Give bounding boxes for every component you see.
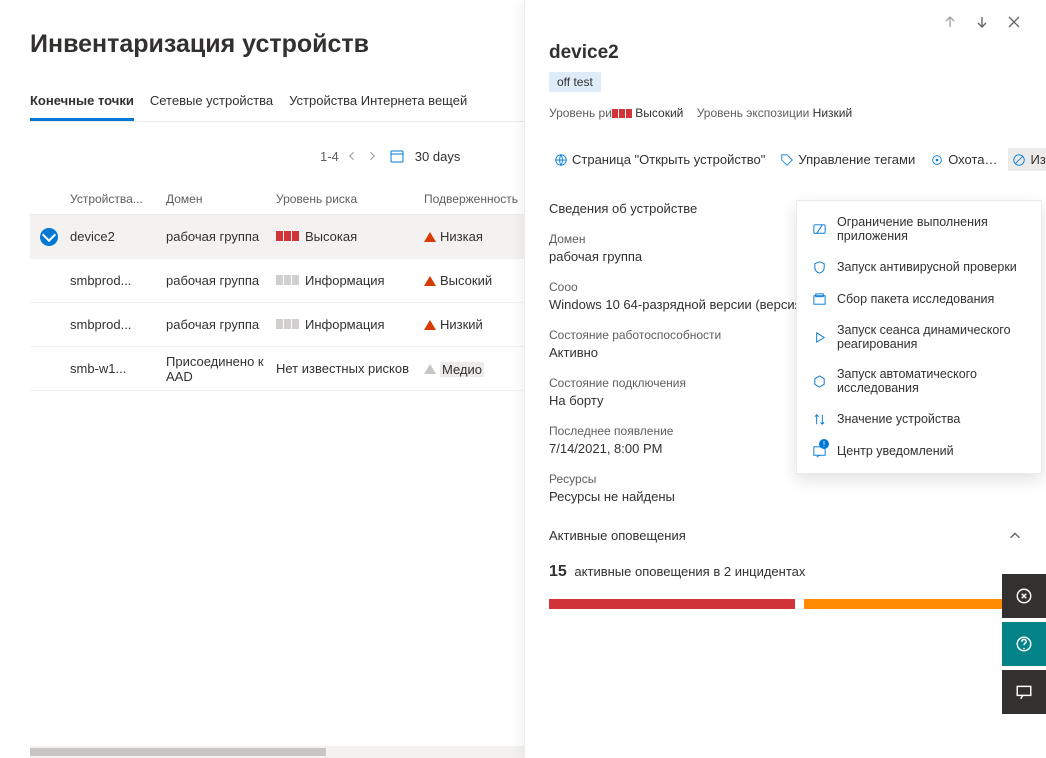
side-buttons (1002, 570, 1046, 714)
col-exposure[interactable]: Подверженность (424, 192, 524, 206)
alerts-summary: 15 активные оповещения в 2 инцидентах (549, 563, 1022, 581)
side-btn-info[interactable] (1002, 574, 1046, 618)
menu-live-response[interactable]: Запуск сеанса динамического реагирования (797, 315, 1041, 359)
chevron-up-icon[interactable] (1008, 529, 1022, 543)
section-active-alerts: Активные оповещения (549, 528, 686, 543)
table-row[interactable]: device2 рабочая группа Высокая Низкая (30, 215, 524, 259)
alerts-bar (549, 599, 1022, 609)
warning-icon (424, 320, 436, 330)
cell-domain: рабочая группа (166, 273, 276, 288)
block-icon (1012, 152, 1027, 167)
target-icon (929, 152, 944, 167)
side-btn-feedback[interactable] (1002, 670, 1046, 714)
cell-device: smbprod... (70, 317, 166, 332)
cell-device: device2 (70, 229, 166, 244)
menu-action-center[interactable]: !Центр уведомлений (797, 435, 1041, 467)
warning-icon (424, 364, 436, 374)
hunt-button[interactable]: Охота… (925, 148, 1001, 171)
tabs: Конечные точки Сетевые устройства Устрой… (30, 87, 524, 122)
col-device[interactable]: Устройства... (70, 192, 166, 206)
table-header: Устройства... Домен Уровень риска Подвер… (30, 184, 524, 215)
menu-run-antivirus[interactable]: Запуск антивирусной проверки (797, 251, 1041, 283)
cell-device: smb-w1... (70, 361, 166, 376)
horizontal-scrollbar[interactable] (30, 746, 524, 758)
hexagon-icon (811, 373, 827, 389)
device-tag[interactable]: off test (549, 72, 601, 92)
cell-risk: Информация (276, 317, 424, 332)
cell-device: smbprod... (70, 273, 166, 288)
open-device-page-button[interactable]: Страница "Открыть устройство" (549, 148, 769, 171)
pager: 1-4 (320, 149, 379, 164)
notification-badge: ! (819, 439, 829, 449)
cell-risk: Высокая (276, 229, 424, 244)
close-icon[interactable] (1006, 14, 1022, 30)
cell-risk: Нет известных рисков (276, 361, 424, 376)
down-arrow-icon[interactable] (974, 14, 990, 30)
cell-exposure: Высокий (424, 272, 524, 288)
menu-restrict-app-execution[interactable]: Ограничение выполнения приложения (797, 207, 1041, 251)
risk-bars-icon (276, 231, 299, 241)
isolate-device-button[interactable]: Изоляция устройства (1008, 148, 1046, 171)
risk-exposure-levels: Уровень ри Высокий Уровень экспозиции Ни… (549, 106, 1022, 120)
panel-title: device2 (549, 42, 1022, 64)
calendar-icon[interactable] (389, 148, 405, 164)
cell-exposure: Медио (424, 360, 524, 376)
next-page-icon[interactable] (365, 149, 379, 163)
row-select-radio[interactable] (40, 228, 58, 246)
tab-network-devices[interactable]: Сетевые устройства (150, 87, 273, 121)
cell-exposure: Низкая (424, 228, 524, 244)
cell-exposure: Низкий (424, 316, 524, 332)
play-icon (811, 329, 827, 345)
cell-domain: рабочая группа (166, 229, 276, 244)
restrict-icon (811, 221, 827, 237)
prev-page-icon[interactable] (345, 149, 359, 163)
cell-risk: Информация (276, 273, 424, 288)
pager-text: 1-4 (320, 149, 339, 164)
tag-icon (779, 152, 794, 167)
warning-icon (424, 276, 436, 286)
col-risk[interactable]: Уровень риска (276, 192, 424, 206)
manage-tags-button[interactable]: Управление тегами (775, 148, 919, 171)
menu-collect-package[interactable]: Сбор пакета исследования (797, 283, 1041, 315)
tab-endpoints[interactable]: Конечные точки (30, 87, 134, 121)
warning-icon (424, 232, 436, 242)
package-icon (811, 291, 827, 307)
globe-icon (553, 152, 568, 167)
info-resources: РесурсыРесурсы не найдены (549, 472, 1022, 504)
details-panel: device2 off test Уровень ри Высокий Уров… (524, 0, 1046, 758)
main-content: Инвентаризация устройств Конечные точки … (0, 0, 524, 758)
risk-bars-icon (612, 109, 632, 118)
menu-auto-investigation[interactable]: Запуск автоматического исследования (797, 359, 1041, 403)
cell-domain: Присоединено к AAD (166, 354, 276, 384)
table-row[interactable]: smbprod... рабочая группа Информация Низ… (30, 303, 524, 347)
arrows-icon (811, 411, 827, 427)
risk-bars-icon (276, 275, 299, 285)
page-title: Инвентаризация устройств (30, 30, 524, 59)
table-row[interactable]: smb-w1... Присоединено к AAD Нет известн… (30, 347, 524, 391)
up-arrow-icon[interactable] (942, 14, 958, 30)
shield-icon (811, 259, 827, 275)
risk-bars-icon (276, 319, 299, 329)
cell-domain: рабочая группа (166, 317, 276, 332)
date-range[interactable]: 30 days (415, 149, 461, 164)
actions-menu: Ограничение выполнения приложения Запуск… (796, 200, 1042, 474)
table-row[interactable]: smbprod... рабочая группа Информация Выс… (30, 259, 524, 303)
menu-device-value[interactable]: Значение устройства (797, 403, 1041, 435)
col-domain[interactable]: Домен (166, 192, 276, 206)
side-btn-help[interactable] (1002, 622, 1046, 666)
tab-iot-devices[interactable]: Устройства Интернета вещей (289, 87, 467, 121)
command-bar: Страница "Открыть устройство" Управление… (549, 148, 1022, 171)
alerts-count: 15 (549, 563, 567, 580)
